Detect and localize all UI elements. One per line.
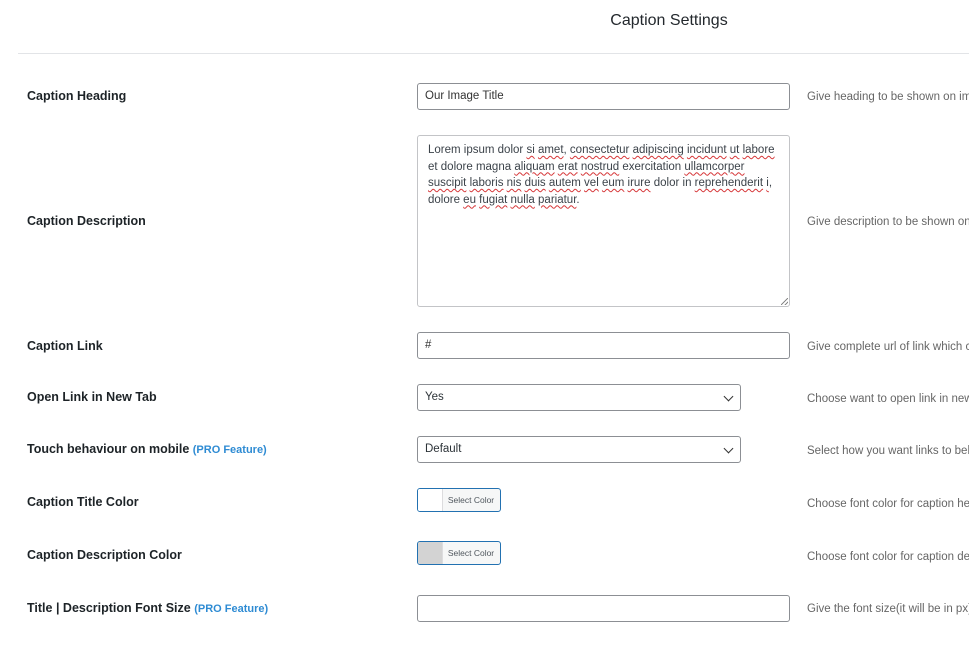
caption-heading-label: Caption Heading xyxy=(27,89,127,103)
misspelled-word: nostrud xyxy=(580,160,620,173)
caption-description-color-button[interactable]: Select Color xyxy=(417,541,501,565)
text-fragment: . xyxy=(576,193,580,206)
divider xyxy=(18,53,969,54)
touch-behaviour-help: Select how you want links to beh xyxy=(807,445,969,457)
misspelled-word: eum xyxy=(601,177,625,189)
page-title: Caption Settings xyxy=(610,12,728,29)
caption-title-color-help: Choose font color for caption he xyxy=(807,498,969,510)
misspelled-word: eu xyxy=(463,193,476,206)
misspelled-word: duis xyxy=(524,177,546,189)
misspelled-word: si xyxy=(526,144,535,156)
chevron-down-icon xyxy=(723,443,734,454)
text-fragment: exercitation xyxy=(619,160,685,173)
font-size-help: Give the font size(it will be in px) xyxy=(807,603,969,615)
touch-behaviour-label-text: Touch behaviour on mobile xyxy=(27,442,190,456)
caption-link-input[interactable]: # xyxy=(417,332,790,359)
chevron-down-icon xyxy=(723,391,734,402)
open-new-tab-select[interactable]: Yes xyxy=(417,384,741,411)
color-swatch xyxy=(418,542,443,564)
misspelled-word: pariatur xyxy=(538,193,577,206)
resize-handle-icon[interactable] xyxy=(781,298,788,305)
misspelled-word: reprehenderit xyxy=(694,177,764,189)
font-size-label-text: Title | Description Font Size xyxy=(27,601,191,615)
misspelled-word: incidunt xyxy=(686,144,727,156)
misspelled-word: aliquam xyxy=(514,160,555,173)
misspelled-word: suscipit xyxy=(428,177,467,189)
open-new-tab-label: Open Link in New Tab xyxy=(27,390,157,404)
misspelled-word: irure xyxy=(627,177,651,189)
caption-description-textarea[interactable]: Lorem ipsum dolor si amet, consectetur a… xyxy=(417,135,790,307)
caption-heading-help: Give heading to be shown on im xyxy=(807,91,969,103)
touch-behaviour-value: Default xyxy=(425,443,462,455)
open-new-tab-value: Yes xyxy=(425,391,444,403)
misspelled-word: ullamcorper xyxy=(684,160,745,173)
font-size-label: Title | Description Font Size (PRO Featu… xyxy=(27,601,268,615)
misspelled-word: fugiat xyxy=(479,193,508,206)
pro-feature-link[interactable]: (PRO Feature) xyxy=(193,444,267,456)
text-fragment: et dolore magna xyxy=(428,160,515,173)
text-fragment: Lorem ipsum dolor xyxy=(428,144,527,156)
misspelled-word: autem xyxy=(548,177,581,189)
color-swatch xyxy=(418,489,443,511)
touch-behaviour-label: Touch behaviour on mobile (PRO Feature) xyxy=(27,442,267,456)
misspelled-word: nis xyxy=(506,177,522,189)
font-size-input[interactable] xyxy=(417,595,790,622)
select-color-label: Select Color xyxy=(447,548,495,558)
caption-link-help: Give complete url of link which c xyxy=(807,341,969,353)
caption-heading-input[interactable]: Our Image Title xyxy=(417,83,790,110)
caption-description-color-help: Choose font color for caption de xyxy=(807,551,969,563)
open-new-tab-help: Choose want to open link in new xyxy=(807,393,969,405)
misspelled-word: laboris xyxy=(469,177,504,189)
caption-title-color-label: Caption Title Color xyxy=(27,495,139,509)
select-color-label: Select Color xyxy=(447,495,495,505)
text-fragment: dolor in xyxy=(650,177,695,189)
misspelled-word: consectetur xyxy=(569,144,630,156)
caption-link-label: Caption Link xyxy=(27,339,103,353)
misspelled-word: adipiscing xyxy=(632,144,684,156)
misspelled-word: ut xyxy=(729,144,740,156)
misspelled-word: erat xyxy=(557,160,578,173)
misspelled-word: vel xyxy=(584,177,599,189)
caption-description-label: Caption Description xyxy=(27,214,146,228)
misspelled-word: nulla xyxy=(510,193,535,206)
caption-description-help: Give description to be shown on xyxy=(807,216,969,228)
misspelled-word: amet xyxy=(537,144,564,156)
caption-description-color-label: Caption Description Color xyxy=(27,548,182,562)
misspelled-word: labore xyxy=(742,144,775,156)
pro-feature-link[interactable]: (PRO Feature) xyxy=(194,603,268,615)
touch-behaviour-select[interactable]: Default xyxy=(417,436,741,463)
caption-title-color-button[interactable]: Select Color xyxy=(417,488,501,512)
